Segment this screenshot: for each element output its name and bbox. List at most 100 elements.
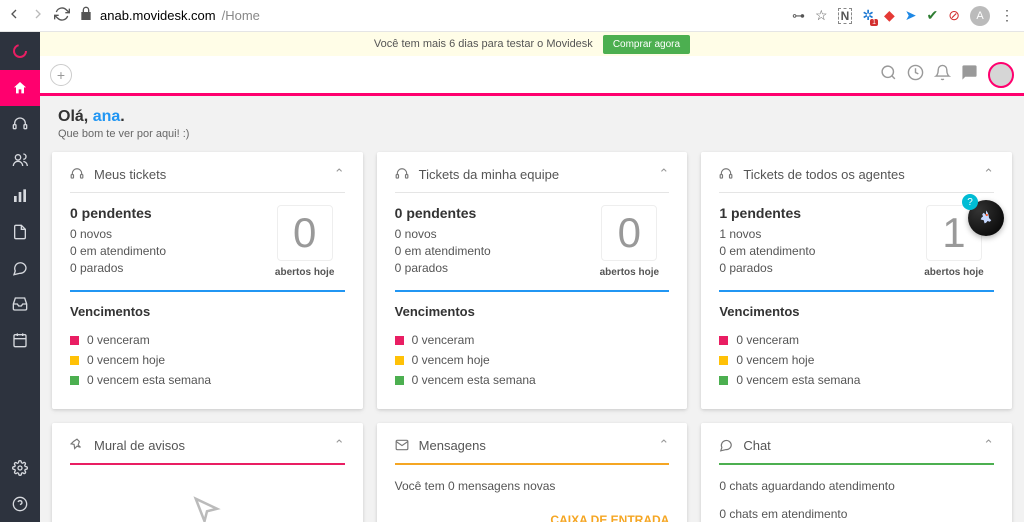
parados: 0 parados xyxy=(719,261,904,275)
ext-diamond-icon[interactable]: ◆ xyxy=(884,7,895,24)
url-domain: anab.movidesk.com xyxy=(100,8,216,23)
vencem-semana: 0 vencem esta semana xyxy=(412,373,536,387)
mensagens-body: Você tem 0 mensagens novas xyxy=(395,465,670,493)
buy-now-button[interactable]: Comprar agora xyxy=(603,35,690,54)
novos: 0 novos xyxy=(395,227,580,241)
top-bar: + xyxy=(40,56,1024,96)
headset-icon xyxy=(719,167,733,181)
nav-docs[interactable] xyxy=(0,214,40,250)
ext-block-icon[interactable]: ⊘ xyxy=(948,7,960,24)
status-dot-red xyxy=(719,336,728,345)
cursor-icon xyxy=(192,495,222,522)
bell-icon[interactable] xyxy=(934,64,951,86)
promo-banner: Você tem mais 6 dias para testar o Movid… xyxy=(40,32,1024,56)
vencem-hoje: 0 vencem hoje xyxy=(87,353,165,367)
vencem-semana: 0 vencem esta semana xyxy=(736,373,860,387)
pin-icon xyxy=(70,438,84,452)
open-today-count: 0 xyxy=(277,205,333,261)
inbox-link[interactable]: CAIXA DE ENTRADA xyxy=(395,513,670,522)
collapse-icon[interactable]: ⌃ xyxy=(658,437,669,453)
nav-help[interactable] xyxy=(0,486,40,522)
venceram: 0 venceram xyxy=(412,333,475,347)
open-today-label: abertos hoje xyxy=(275,267,334,278)
status-dot-green xyxy=(70,376,79,385)
open-today-count: 0 xyxy=(601,205,657,261)
help-rocket-widget[interactable] xyxy=(968,200,1004,236)
nav-home[interactable] xyxy=(0,70,40,106)
pendentes: 0 pendentes xyxy=(395,205,580,221)
ext-check-icon[interactable]: ✔ xyxy=(927,7,939,24)
status-dot-green xyxy=(395,376,404,385)
vencimentos-title: Vencimentos xyxy=(719,304,994,319)
card-chat: Chat⌃ 0 chats aguardando atendimento 0 c… xyxy=(701,423,1012,522)
status-dot-red xyxy=(395,336,404,345)
search-icon[interactable] xyxy=(880,64,897,86)
novos: 0 novos xyxy=(70,227,255,241)
headset-icon xyxy=(395,167,409,181)
nav-chat[interactable] xyxy=(0,250,40,286)
card-my-tickets: Meus tickets⌃ 0 pendentes 0 novos 0 em a… xyxy=(52,152,363,409)
card-team-tickets: Tickets da minha equipe ⌃ 0 pendentes 0 n… xyxy=(377,152,688,409)
status-dot-yellow xyxy=(395,356,404,365)
star-icon[interactable]: ☆ xyxy=(815,7,828,24)
greeting: Olá, ana. Que bom te ver por aqui! :) xyxy=(52,106,1012,152)
em-atendimento: 0 em atendimento xyxy=(395,244,580,258)
card-title: Tickets de todos os agentes xyxy=(743,167,904,182)
venceram: 0 venceram xyxy=(87,333,150,347)
nav-people[interactable] xyxy=(0,142,40,178)
card-title: Meus tickets xyxy=(94,167,166,182)
collapse-icon[interactable]: ⌃ xyxy=(983,437,994,453)
collapse-icon[interactable]: ⌃ xyxy=(334,166,345,182)
em-atendimento: 0 em atendimento xyxy=(719,244,904,258)
collapse-icon[interactable]: ⌃ xyxy=(983,166,994,182)
side-nav xyxy=(0,32,40,522)
app-logo[interactable] xyxy=(0,32,40,70)
nav-settings[interactable] xyxy=(0,450,40,486)
em-atendimento: 0 em atendimento xyxy=(70,244,255,258)
novos: 1 novos xyxy=(719,227,904,241)
card-all-tickets: Tickets de todos os agentes ⌃ 1 pendentes… xyxy=(701,152,1012,409)
back-icon[interactable] xyxy=(6,6,22,25)
headset-icon xyxy=(70,167,84,181)
nav-reports[interactable] xyxy=(0,178,40,214)
ext-n-icon[interactable]: N xyxy=(838,8,853,24)
forward-icon[interactable] xyxy=(30,6,46,25)
vencimentos-title: Vencimentos xyxy=(395,304,670,319)
nav-inbox[interactable] xyxy=(0,286,40,322)
greeting-sub: Que bom te ver por aqui! :) xyxy=(58,128,1006,140)
profile-badge[interactable]: A xyxy=(970,6,990,26)
add-button[interactable]: + xyxy=(50,64,72,86)
lock-icon xyxy=(78,6,94,25)
reload-icon[interactable] xyxy=(54,6,70,25)
user-avatar[interactable] xyxy=(988,62,1014,88)
nav-support[interactable] xyxy=(0,106,40,142)
greeting-suffix: . xyxy=(120,108,124,125)
collapse-icon[interactable]: ⌃ xyxy=(658,166,669,182)
status-dot-green xyxy=(719,376,728,385)
mail-icon xyxy=(395,438,409,452)
messages-icon[interactable] xyxy=(961,64,978,86)
card-title: Mensagens xyxy=(419,438,486,453)
address-bar[interactable]: anab.movidesk.com/Home xyxy=(78,6,784,25)
url-path: /Home xyxy=(222,8,260,23)
pendentes: 1 pendentes xyxy=(719,205,904,221)
extension-icons: ⊶ ☆ N ✲1 ◆ ➤ ✔ ⊘ A ⋮ xyxy=(792,6,1018,26)
greeting-name: ana xyxy=(93,108,121,125)
browser-chrome: anab.movidesk.com/Home ⊶ ☆ N ✲1 ◆ ➤ ✔ ⊘ … xyxy=(0,0,1024,32)
menu-icon[interactable]: ⋮ xyxy=(1000,7,1014,24)
card-title: Tickets da minha equipe xyxy=(419,167,559,182)
card-mural: Mural de avisos⌃ xyxy=(52,423,363,522)
card-mensagens: Mensagens ⌃ Você tem 0 mensagens novas CA… xyxy=(377,423,688,522)
ext-arrow-icon[interactable]: ➤ xyxy=(905,7,917,24)
collapse-icon[interactable]: ⌃ xyxy=(334,437,345,453)
nav-calendar[interactable] xyxy=(0,322,40,358)
history-icon[interactable] xyxy=(907,64,924,86)
venceram: 0 venceram xyxy=(736,333,799,347)
vencem-hoje: 0 vencem hoje xyxy=(736,353,814,367)
parados: 0 parados xyxy=(395,261,580,275)
status-dot-red xyxy=(70,336,79,345)
ext-gear-icon[interactable]: ✲1 xyxy=(862,7,874,24)
chat-waiting: 0 chats aguardando atendimento xyxy=(719,479,994,493)
key-icon[interactable]: ⊶ xyxy=(792,8,805,24)
chat-icon xyxy=(719,438,733,452)
